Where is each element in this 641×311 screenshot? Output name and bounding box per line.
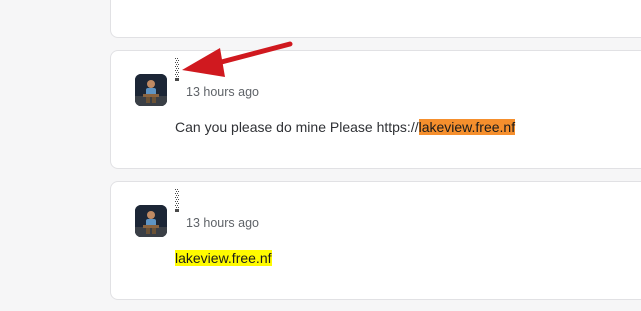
comment-text-prefix: Can you please do mine Please https:// (175, 119, 419, 135)
avatar[interactable] (135, 205, 167, 237)
username-placeholder-icon[interactable] (175, 58, 179, 82)
comment-timestamp[interactable]: 13 hours ago (186, 85, 259, 99)
comment-card: 13 hours ago Can you please do mine Plea… (110, 50, 641, 169)
comments-page: 13 hours ago Can you please do mine Plea… (0, 0, 641, 311)
avatar[interactable] (135, 74, 167, 106)
comment-text: Can you please do mine Please https://la… (175, 119, 516, 135)
comment-timestamp[interactable]: 13 hours ago (186, 216, 259, 230)
username-placeholder-icon[interactable] (175, 189, 179, 213)
comment-text: lakeview.free.nf (175, 250, 272, 266)
comment-card-previous (110, 0, 641, 38)
comment-card: 13 hours ago lakeview.free.nf (110, 181, 641, 300)
comment-link[interactable]: lakeview.free.nf (175, 250, 272, 266)
avatar-image (135, 205, 167, 237)
comment-link[interactable]: lakeview.free.nf (418, 119, 516, 135)
avatar-image (135, 74, 167, 106)
